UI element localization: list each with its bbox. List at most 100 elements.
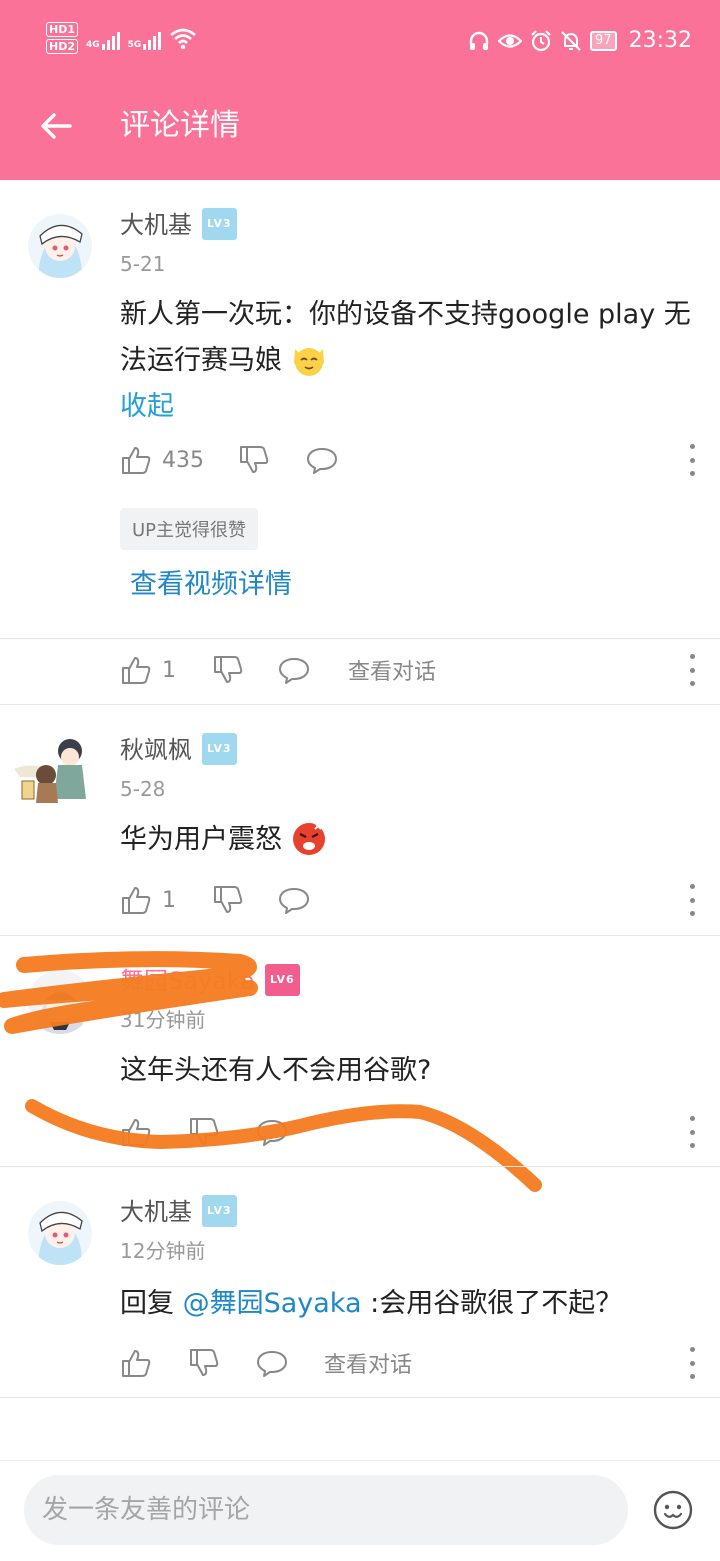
like-button[interactable]: 1 xyxy=(120,650,176,690)
comment-text: 这年头还有人不会用谷歌? xyxy=(120,1055,432,1086)
dislike-button[interactable] xyxy=(188,1112,220,1152)
avatar[interactable] xyxy=(12,729,108,809)
thumbs-up-icon xyxy=(122,1350,151,1377)
comment-text: 新人第一次玩：你的设备不支持google play 无法运行赛马娘 收起 xyxy=(120,292,700,430)
avatar[interactable] xyxy=(28,214,92,278)
battery-indicator: 97 xyxy=(590,30,617,51)
dislike-button[interactable] xyxy=(212,650,244,690)
username[interactable]: 大机基 LV3 xyxy=(120,208,237,242)
alarm-icon xyxy=(531,29,551,51)
thumbs-down-icon xyxy=(214,656,243,683)
username[interactable]: 舞园Sayaka LV6 xyxy=(120,964,300,998)
level-badge: LV3 xyxy=(202,208,237,240)
status-bar: HD1 HD2 4G 5G 97 23:32 xyxy=(0,0,720,84)
comment-actions: 1 xyxy=(120,880,700,920)
comment-actions xyxy=(120,1112,700,1152)
thumbs-up-icon xyxy=(122,887,151,914)
like-button[interactable]: 435 xyxy=(120,440,204,480)
dislike-button[interactable] xyxy=(188,1343,220,1383)
reply-comment: 秋飒枫 LV3 5-28 华为用户震怒 1 xyxy=(0,705,720,935)
comment-text: 华为用户震怒 xyxy=(120,817,700,863)
signal-2-icon: 5G xyxy=(128,22,162,50)
reply-button[interactable] xyxy=(256,1343,288,1383)
view-conversation-link[interactable]: 查看对话 xyxy=(348,650,436,690)
reply-comment: 舞园Sayaka LV6 31分钟前 这年头还有人不会用谷歌? xyxy=(0,936,720,1166)
emoji-icon[interactable] xyxy=(652,1489,694,1531)
username-text[interactable]: 舞园Sayaka xyxy=(120,967,255,995)
dislike-button[interactable] xyxy=(212,880,244,920)
more-icon[interactable] xyxy=(682,1347,702,1379)
dislike-button[interactable] xyxy=(238,440,270,480)
divider xyxy=(0,638,720,639)
collapse-link[interactable]: 收起 xyxy=(120,391,174,422)
hd1-label: HD1 xyxy=(46,22,78,37)
comment-composer xyxy=(0,1460,720,1561)
comment-bubble-icon xyxy=(257,1351,287,1377)
avatar[interactable] xyxy=(28,1201,92,1265)
reply-prefix: 回复 xyxy=(120,1288,183,1319)
comment-bubble-icon xyxy=(307,448,337,474)
headphones-icon xyxy=(469,31,489,50)
clock: 23:32 xyxy=(628,28,692,53)
hd2-label: HD2 xyxy=(46,39,78,54)
thumbs-down-icon xyxy=(240,446,269,473)
reply-text: :会用谷歌很了不起？ xyxy=(361,1288,623,1319)
like-button[interactable] xyxy=(120,1112,152,1152)
back-arrow-icon[interactable] xyxy=(34,104,78,148)
mention-link[interactable]: @舞园Sayaka xyxy=(183,1288,362,1319)
like-button[interactable]: 1 xyxy=(120,880,176,920)
comment-bubble-icon xyxy=(279,658,309,684)
signal-1-icon: 4G xyxy=(86,22,120,50)
more-icon[interactable] xyxy=(682,1116,702,1148)
like-count: 435 xyxy=(162,447,204,473)
comment-text-content: 新人第一次玩：你的设备不支持google play 无法运行赛马娘 xyxy=(120,299,691,376)
thumbs-up-icon xyxy=(122,447,151,474)
divider xyxy=(0,1397,720,1398)
comment-text-content: 华为用户震怒 xyxy=(120,824,282,855)
reply-button[interactable] xyxy=(278,880,310,920)
reply-button[interactable] xyxy=(306,440,338,480)
username-text[interactable]: 大机基 xyxy=(120,211,192,239)
comment-actions: 435 xyxy=(120,440,700,480)
view-video-link[interactable]: 查看视频详情 xyxy=(130,562,292,608)
avatar[interactable] xyxy=(28,970,92,1034)
up-liked-badge: UP主觉得很赞 xyxy=(120,508,259,550)
network-1-label: 4G xyxy=(86,40,100,50)
level-badge: LV6 xyxy=(265,964,300,996)
comment-bubble-icon xyxy=(257,1120,287,1146)
username[interactable]: 大机基 LV3 xyxy=(120,1195,237,1229)
like-count: 1 xyxy=(162,887,176,913)
like-count: 1 xyxy=(162,657,176,683)
root-comment: 大机基 LV3 5-21 新人第一次玩：你的设备不支持google play 无法… xyxy=(0,180,720,640)
view-conversation-link[interactable]: 查看对话 xyxy=(324,1343,412,1383)
level-badge: LV3 xyxy=(202,733,237,765)
thumbs-down-icon xyxy=(214,886,243,913)
page-title: 评论详情 xyxy=(120,108,240,143)
username-text[interactable]: 大机基 xyxy=(120,1198,192,1226)
more-icon[interactable] xyxy=(682,884,702,916)
thumbs-down-icon xyxy=(190,1118,219,1145)
level-badge: LV3 xyxy=(202,1195,237,1227)
wifi-icon xyxy=(170,28,197,50)
username[interactable]: 秋飒枫 LV3 xyxy=(120,733,237,767)
thumbs-down-icon xyxy=(190,1349,219,1376)
cat-emoji-icon xyxy=(293,348,324,376)
reply-button[interactable] xyxy=(278,650,310,690)
network-2-label: 5G xyxy=(127,40,142,50)
comment-date: 31分钟前 xyxy=(120,1008,206,1032)
like-button[interactable] xyxy=(120,1343,152,1383)
comment-input[interactable] xyxy=(24,1475,628,1545)
reply-button[interactable] xyxy=(256,1112,288,1152)
more-icon[interactable] xyxy=(682,654,702,686)
comment-bubble-icon xyxy=(279,888,309,914)
comment-text: 回复 @舞园Sayaka :会用谷歌很了不起？ xyxy=(120,1281,700,1327)
username-text[interactable]: 秋飒枫 xyxy=(120,736,192,764)
reply-comment: 大机基 LV3 12分钟前 回复 @舞园Sayaka :会用谷歌很了不起？ 查看对… xyxy=(0,1167,720,1397)
more-icon[interactable] xyxy=(682,444,702,476)
angry-emoji-icon xyxy=(292,822,325,855)
reply-summary-actions: 1 查看对话 xyxy=(120,650,700,690)
comment-date: 12分钟前 xyxy=(120,1239,206,1263)
comment-date: 5-21 xyxy=(120,252,166,276)
comment-date: 5-28 xyxy=(120,777,166,801)
eye-icon xyxy=(498,33,523,48)
